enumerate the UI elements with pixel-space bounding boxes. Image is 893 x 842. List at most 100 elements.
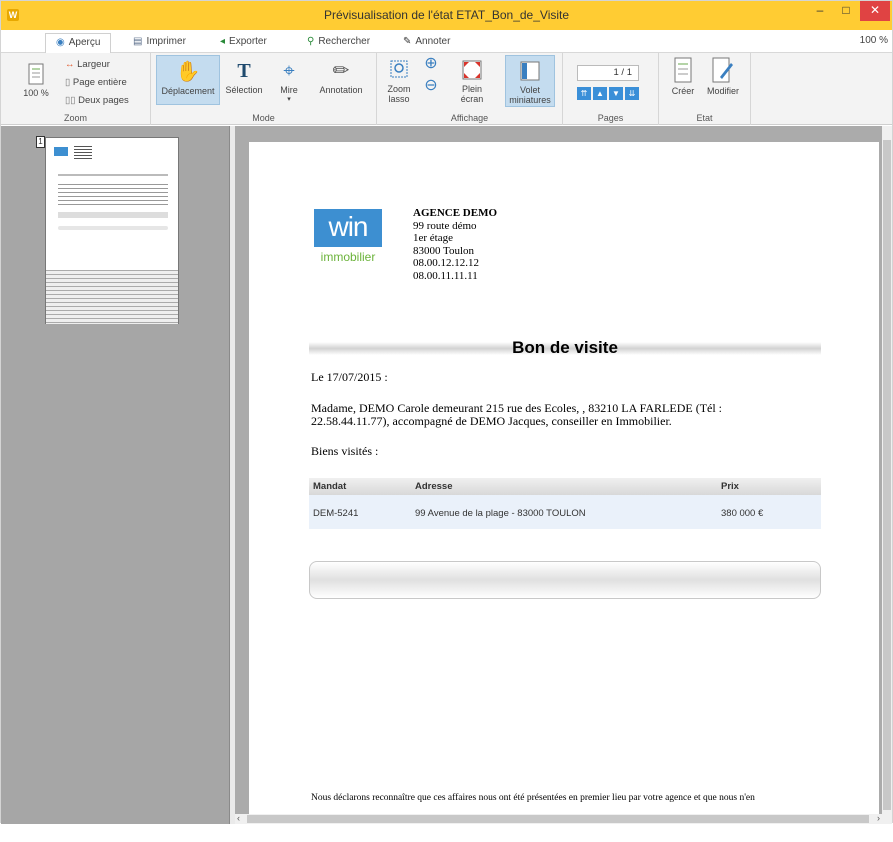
zoom-group-label: Zoom [63,113,87,123]
zoom-lasso-button[interactable]: Zoom lasso [381,59,417,104]
horizontal-scroll-thumb[interactable] [247,815,869,823]
last-page-icon[interactable]: ⇊ [625,87,639,100]
pen-icon: ✎ [403,36,412,47]
tab-apercu-label: Aperçu [68,37,101,48]
page-icon: ▯ [65,77,71,88]
thumbnail-table [58,212,168,218]
search-icon: ⚲ [307,36,315,47]
window-title: Prévisualisation de l'état ETAT_Bon_de_V… [323,8,570,22]
cell-adresse: 99 Avenue de la plage - 83000 TOULON [415,508,586,519]
volet-label-1: Volet [519,85,541,95]
zoom-100-button[interactable]: 100 % [21,63,51,98]
modifier-label: Modifier [706,86,739,96]
mode-group-label: Mode [252,113,275,123]
rounded-box [309,561,821,599]
deplacement-label: Déplacement [161,86,215,96]
thumbnail-text [58,184,168,206]
thumbnail-box [58,226,168,230]
deplacement-button[interactable]: ✋ Déplacement [156,55,220,105]
thumbnail-pane-icon [520,61,540,81]
close-button[interactable]: ✕ [860,1,890,21]
selection-label: Sélection [225,85,263,95]
tab-imprimer-label: Imprimer [146,36,186,47]
printer-icon: ▤ [133,36,143,47]
tab-imprimer[interactable]: ▤ Imprimer [133,33,186,53]
volet-miniatures-button[interactable]: Volet miniatures [505,55,555,107]
agency-phone2: 08.00.11.11.11 [413,269,478,282]
mire-button[interactable]: ⌖ Mire ▾ [269,60,309,105]
scroll-right-icon[interactable]: › [877,813,880,823]
logo-win: win [314,209,382,247]
cell-prix: 380 000 € [721,508,764,519]
crosshair-icon: ⌖ [283,60,295,82]
pages-group-label: Pages [597,113,624,123]
export-icon: ◂ [220,36,226,47]
width-arrows-icon: ↔ [65,59,75,70]
biens-visites-label: Biens visités : [311,444,379,458]
page-nav: ⇈ ▲ ▼ ⇊ [577,87,643,101]
page-indicator[interactable]: 1 / 1 [577,65,639,81]
scroll-left-icon[interactable]: ‹ [237,813,240,823]
edit-document-icon [712,57,733,83]
affichage-group: Zoom lasso ⊕ ⊖ Plein écran Volet miniatu… [377,53,563,125]
tab-exporter-label: Exporter [229,36,267,47]
document-icon [28,63,44,85]
agency-name: AGENCE DEMO [413,207,498,219]
tab-exporter[interactable]: ◂ Exporter [220,33,267,53]
next-page-icon[interactable]: ▼ [609,87,623,100]
agency-phone1: 08.00.12.12.12 [413,257,479,269]
tab-rechercher-label: Rechercher [318,36,371,47]
tab-annoter[interactable]: ✎ Annoter [403,33,450,53]
tab-rechercher[interactable]: ⚲ Rechercher [307,33,370,53]
thumbnail-page-number: 1 [36,136,45,148]
previous-page-icon[interactable]: ▲ [593,87,607,100]
annotation-button[interactable]: ✏ Annotation [313,60,369,95]
zoom-lasso-icon [390,60,408,78]
footer-text: Nous déclarons reconnaître que ces affai… [311,793,755,803]
thumbnail-title-bar [58,174,168,176]
thumbnail-logo [54,147,68,156]
table-row: DEM-5241 99 Avenue de la plage - 83000 T… [309,495,821,529]
page-entiere-label: Page entière [72,77,127,88]
header-prix: Prix [721,481,739,492]
first-page-icon[interactable]: ⇈ [577,87,591,100]
agency-line2: 1er étage [413,232,453,244]
tab-apercu[interactable]: ◉ Aperçu [45,33,112,54]
pencil-icon: ✏ [332,60,350,82]
ribbon-tabs: ◉ Aperçu ▤ Imprimer ◂ Exporter ⚲ Rechercher … [1,30,892,54]
page-thumbnail[interactable]: 1 [36,136,179,324]
plein-ecran-button[interactable]: Plein écran [455,59,489,104]
page-entiere-button[interactable]: ▯ Page entière [65,77,127,88]
ribbon: 100 % ↔ Largeur ▯ Page entière ▯▯ Deux p… [1,53,892,125]
agency-line3: 83000 Toulon [413,244,475,257]
modifier-button[interactable]: Modifier [703,57,743,96]
client-paragraph: Madame, DEMO Carole demeurant 215 rue de… [311,401,723,428]
deux-pages-button[interactable]: ▯▯ Deux pages [65,95,129,106]
mire-label: Mire [280,85,298,95]
mode-group: ✋ Déplacement T Sélection ⌖ Mire ▾ ✏ Ann… [151,53,377,125]
zoom-out-button[interactable]: ⊖ [421,78,441,94]
maximize-button[interactable]: □ [833,1,859,21]
fullscreen-icon [462,60,482,80]
zoom-in-icon: ⊕ [424,55,438,72]
annotation-label: Annotation [319,85,363,95]
two-pages-icon: ▯▯ [65,95,76,106]
thumbnail-address [74,146,92,160]
creer-button[interactable]: Créer [665,57,701,96]
largeur-button[interactable]: ↔ Largeur [65,59,110,70]
agency-address: AGENCE DEMO 99 route démo 1er étage 8300… [413,207,497,282]
thumbnail-footer [46,270,178,324]
minimize-button[interactable]: – [807,1,833,21]
hand-icon: ✋ [175,61,201,83]
zoom-in-button[interactable]: ⊕ [421,56,441,72]
selection-button[interactable]: T Sélection [221,60,267,95]
tab-annoter-label: Annoter [415,36,451,47]
volet-label-2: miniatures [509,95,551,105]
largeur-label: Largeur [77,59,110,70]
chevron-down-icon: ▾ [287,96,291,103]
vertical-scrollbar[interactable] [882,126,892,824]
vertical-scroll-thumb[interactable] [883,140,891,810]
header-adresse: Adresse [415,481,453,492]
zoom-lasso-label-1: Zoom [387,84,411,94]
zoom-100-label: 100 % [23,88,49,98]
